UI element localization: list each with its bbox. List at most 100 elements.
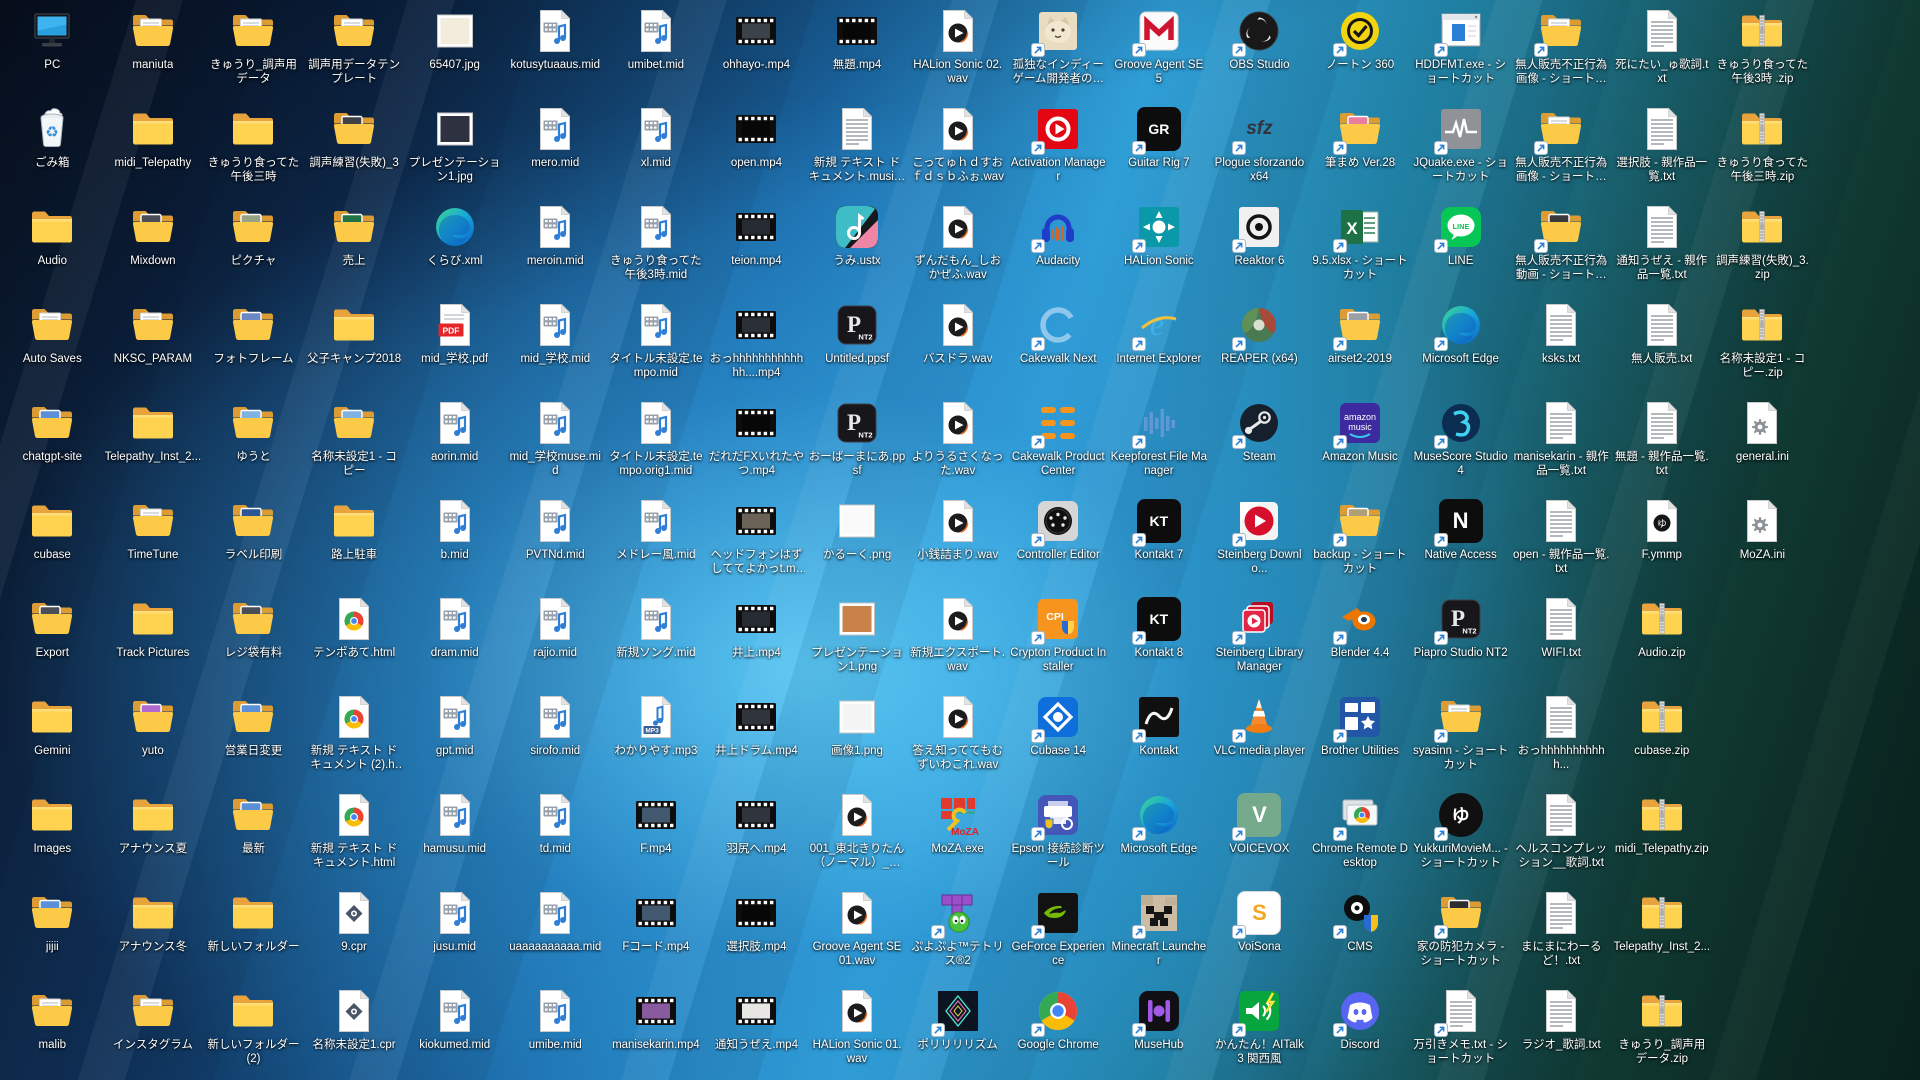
desktop-icon[interactable]: general.ini [1712,394,1813,492]
desktop-icon[interactable]: Groove Agent SE 5 [1109,2,1210,100]
desktop-icon[interactable]: Images [2,786,103,884]
desktop-icon[interactable]: 路上駐車 [304,492,405,590]
desktop-icon[interactable]: KTKontakt 8 [1109,590,1210,688]
desktop-icon[interactable]: Groove Agent SE 01.wav [807,884,908,982]
desktop-icon[interactable]: だれだFXいれたやつ.mp4 [706,394,807,492]
desktop-icon[interactable]: 孤独なインディーゲーム開発者の一生 ... [1008,2,1109,100]
desktop-icon[interactable]: Cakewalk Next [1008,296,1109,394]
desktop-icon[interactable]: airset2-2019 [1310,296,1411,394]
desktop-icon[interactable]: b.mid [404,492,505,590]
desktop-icon[interactable]: amazonmusicAmazon Music [1310,394,1411,492]
desktop-icon[interactable]: Kontakt [1109,688,1210,786]
desktop-icon[interactable]: 新規 テキスト ドキュメント.musicxml [807,100,908,198]
desktop-icon[interactable]: おっhhhhhhhhhhh... [1511,688,1612,786]
desktop-icon[interactable]: GRGuitar Rig 7 [1109,100,1210,198]
desktop-icon[interactable]: Gemini [2,688,103,786]
desktop-icon[interactable]: ゆYukkuriMovieM... - ショートカット [1410,786,1511,884]
desktop-icon[interactable]: Microsoft Edge [1410,296,1511,394]
desktop-icon[interactable]: ノートン 360 [1310,2,1411,100]
desktop-icon[interactable]: Track Pictures [103,590,204,688]
desktop-icon[interactable]: HALion Sonic 02.wav [907,2,1008,100]
desktop-icon[interactable]: Telepathy_Inst_2... [1612,884,1713,982]
desktop-icon[interactable]: 新規ソング.mid [606,590,707,688]
desktop-icon[interactable]: 無人販売不正行為画像 - ショートカッ... [1511,2,1612,100]
desktop-icon[interactable]: ゆうと [203,394,304,492]
desktop-icon[interactable]: gpt.mid [404,688,505,786]
desktop-icon[interactable]: プレゼンテーション1.png [807,590,908,688]
desktop-icon[interactable]: 通知うぜえ - 親作品一覧.txt [1612,198,1713,296]
desktop-icon[interactable]: 父子キャンプ2018 [304,296,405,394]
desktop-icon[interactable]: PNT2Piapro Studio NT2 [1410,590,1511,688]
desktop-icon[interactable]: Cubase 14 [1008,688,1109,786]
desktop-icon[interactable]: Microsoft Edge [1109,786,1210,884]
desktop-icon[interactable]: teion.mp4 [706,198,807,296]
desktop-icon[interactable]: ポリリリリズム [907,982,1008,1080]
desktop-icon[interactable]: mid_学校.mid [505,296,606,394]
desktop-icon[interactable]: ぷよぷよ™テトリス®2 [907,884,1008,982]
desktop-icon[interactable]: 答え知っててもむずいわこれ.wav [907,688,1008,786]
desktop-icon[interactable]: Brother Utilities [1310,688,1411,786]
desktop-icon[interactable]: ohhayo-.mp4 [706,2,807,100]
desktop-icon[interactable]: umibet.mid [606,2,707,100]
desktop-icon[interactable]: ラジオ_歌詞.txt [1511,982,1612,1080]
desktop-icon[interactable]: タイトル未設定.tempo.orig1.mid [606,394,707,492]
desktop-icon[interactable]: 羽尻へ.mp4 [706,786,807,884]
desktop-icon[interactable]: Minecraft Launcher [1109,884,1210,982]
desktop-icon[interactable]: 最新 [203,786,304,884]
desktop-icon[interactable]: MP3わかりやす.mp3 [606,688,707,786]
desktop-icon[interactable]: mid_学校muse.mid [505,394,606,492]
desktop-icon[interactable]: ずんだもん_しおかぜふ.wav [907,198,1008,296]
desktop-icon[interactable]: jusu.mid [404,884,505,982]
desktop-icon[interactable]: 9.cpr [304,884,405,982]
desktop-icon[interactable]: 無人販売不正行為画像 - ショートカット [1511,100,1612,198]
desktop-icon[interactable]: 新規エクスポート.wav [907,590,1008,688]
desktop-icon[interactable]: hamusu.mid [404,786,505,884]
desktop-icon[interactable]: sfzPlogue sforzando x64 [1209,100,1310,198]
desktop-icon[interactable]: aorin.mid [404,394,505,492]
desktop-icon[interactable]: Keepforest File Manager [1109,394,1210,492]
desktop-icon[interactable]: 選択肢.mp4 [706,884,807,982]
desktop-icon[interactable]: CPICrypton Product Installer [1008,590,1109,688]
desktop-icon[interactable]: ラベル印刷 [203,492,304,590]
desktop-icon[interactable]: cubase.zip [1612,688,1713,786]
desktop-icon[interactable]: 調声練習(失敗)_3 [304,100,405,198]
desktop-icon[interactable]: yuto [103,688,204,786]
desktop-icon[interactable]: mero.mid [505,100,606,198]
desktop-icon[interactable]: manisekarin.mp4 [606,982,707,1080]
desktop-icon[interactable]: 新規 テキスト ドキュメント.html [304,786,405,884]
desktop-icon[interactable]: 新しいフォルダー [203,884,304,982]
desktop-icon[interactable]: プレゼンテーション1.jpg [404,100,505,198]
desktop-icon[interactable]: OBS Studio [1209,2,1310,100]
desktop-icon[interactable]: ヘルスコンプレッション__歌詞.txt [1511,786,1612,884]
desktop-icon[interactable]: Google Chrome [1008,982,1109,1080]
desktop-icon[interactable]: Audacity [1008,198,1109,296]
desktop-icon[interactable]: かるーく.png [807,492,908,590]
desktop-icon[interactable]: 小銭詰まり.wav [907,492,1008,590]
desktop-icon[interactable]: meroin.mid [505,198,606,296]
desktop-icon[interactable]: td.mid [505,786,606,884]
desktop-icon[interactable]: PNT2おーばーまにあ.ppsf [807,394,908,492]
desktop-icon[interactable]: 調声練習(失敗)_3.zip [1712,198,1813,296]
desktop-icon[interactable]: Blender 4.4 [1310,590,1411,688]
desktop-icon[interactable]: malib [2,982,103,1080]
desktop-icon[interactable]: Telepathy_Inst_2... [103,394,204,492]
desktop-icon[interactable]: かんたん！AITalk 3 関西風 [1209,982,1310,1080]
desktop-icon[interactable]: xl.mid [606,100,707,198]
desktop-icon[interactable]: 新しいフォルダー (2) [203,982,304,1080]
desktop-icon[interactable]: maniuta [103,2,204,100]
desktop-icon[interactable]: HALion Sonic [1109,198,1210,296]
desktop-icon[interactable]: 家の防犯カメラ - ショートカット [1410,884,1511,982]
desktop-icon[interactable]: PC [2,2,103,100]
desktop-icon[interactable]: 営業日変更 [203,688,304,786]
desktop-icon[interactable]: MuseScore Studio 4 [1410,394,1511,492]
desktop-icon[interactable]: アナウンス冬 [103,884,204,982]
desktop-icon[interactable]: Reaktor 6 [1209,198,1310,296]
desktop-icon[interactable]: きゅうり食ってた午後3時.mid [606,198,707,296]
desktop-icon[interactable]: MoZA.ini [1712,492,1813,590]
desktop-icon[interactable]: NNative Access [1410,492,1511,590]
desktop-icon[interactable]: 調声用データテンプレート [304,2,405,100]
desktop-icon[interactable]: Mixdown [103,198,204,296]
desktop-icon[interactable]: backup - ショートカット [1310,492,1411,590]
desktop-icon[interactable]: uaaaaaaaaaa.mid [505,884,606,982]
desktop-icon[interactable]: HDDFMT.exe - ショートカット [1410,2,1511,100]
